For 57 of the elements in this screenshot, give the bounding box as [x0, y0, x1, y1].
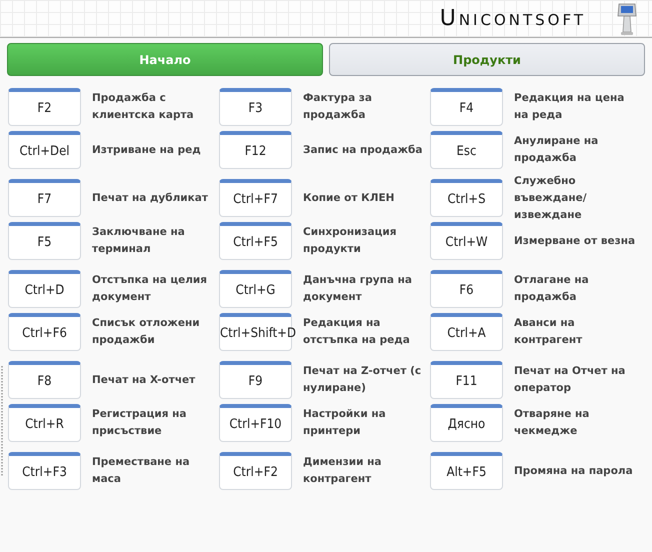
shortcut-label: Промяна на парола [514, 464, 634, 478]
shortcut-key[interactable]: Ctrl+F2 [219, 452, 292, 490]
shortcut-key[interactable]: F6 [430, 270, 503, 308]
shortcut-label: Изтриване на ред [92, 142, 202, 158]
shortcut-key[interactable]: F9 [219, 361, 292, 399]
shortcut-label: Редакция на цена на реда [514, 91, 626, 123]
shortcut-key[interactable]: Ctrl+D [8, 270, 81, 308]
shortcut-label: Печат на X-отчет [92, 372, 196, 388]
shortcut-key[interactable]: Alt+F5 [430, 452, 503, 490]
shortcut-label: Списък отложени продажби [92, 316, 201, 348]
shortcut-key[interactable]: Ctrl+Del [8, 131, 81, 169]
shortcut-label: Преместване на маса [92, 455, 191, 487]
kiosk-icon [616, 2, 638, 36]
shortcut-key[interactable]: Ctrl+G [219, 270, 292, 308]
shortcut-label: Аванси на контрагент [514, 316, 584, 348]
splitter-handle[interactable] [0, 366, 4, 476]
shortcut-label: Регистрация на присъствие [92, 407, 188, 439]
shortcut-key[interactable]: Esc [430, 131, 503, 169]
shortcut-label: Заключване на терминал [92, 225, 186, 257]
shortcut-key[interactable]: Ctrl+W [430, 222, 503, 260]
shortcut-label: Анулиране на продажба [514, 134, 600, 166]
shortcut-label: Фактура за продажба [303, 91, 373, 123]
shortcut-key[interactable]: F3 [219, 88, 292, 126]
shortcut-key[interactable]: Ctrl+F7 [219, 179, 292, 217]
shortcut-key[interactable]: F11 [430, 361, 503, 399]
shortcut-label: Синхронизация продукти [303, 225, 398, 257]
tab[interactable]: Продукти [329, 43, 645, 76]
shortcut-key[interactable]: F7 [8, 179, 81, 217]
shortcut-label: Продажба с клиентска карта [92, 91, 195, 123]
shortcut-key[interactable]: Ctrl+R [8, 404, 81, 442]
shortcut-label: Печат на Отчет на оператор [514, 364, 626, 396]
shortcut-key[interactable]: Ctrl+F3 [8, 452, 81, 490]
shortcut-key[interactable]: F8 [8, 361, 81, 399]
shortcut-label: Данъчна група на документ [303, 273, 413, 305]
logo-text: Unicontsoft [440, 6, 586, 31]
shortcut-label: Димензии на контрагент [303, 455, 382, 487]
shortcut-label: Отстъпка на целия документ [92, 273, 208, 305]
shortcut-key[interactable]: F4 [430, 88, 503, 126]
shortcut-key[interactable]: Дясно [430, 404, 503, 442]
shortcut-label: Настройки на принтери [303, 407, 387, 439]
shortcut-label: Запис на продажба [303, 142, 424, 158]
shortcut-label: Служебно въвеждане/извеждане [514, 174, 588, 222]
shortcut-label: Отваряне на чекмедже [514, 407, 590, 439]
shortcut-key[interactable]: Ctrl+F6 [8, 313, 81, 351]
shortcut-key[interactable]: Ctrl+F5 [219, 222, 292, 260]
shortcut-key[interactable]: Ctrl+S [430, 179, 503, 217]
shortcut-key[interactable]: Ctrl+F10 [219, 404, 292, 442]
shortcut-key[interactable]: Ctrl+A [430, 313, 503, 351]
shortcut-label: Печат на дубликат [92, 190, 209, 206]
shortcut-key[interactable]: F2 [8, 88, 81, 126]
shortcut-label: Печат на Z-отчет (с нулиране) [303, 364, 422, 396]
shortcut-key[interactable]: F12 [219, 131, 292, 169]
shortcut-label: Редакция на отстъпка на реда [303, 316, 411, 348]
shortcut-label: Копие от КЛЕН [303, 190, 396, 206]
shortcut-label: Отлагане на продажба [514, 273, 590, 305]
shortcut-key[interactable]: F5 [8, 222, 81, 260]
shortcut-label: Измерване от везна [514, 234, 636, 248]
